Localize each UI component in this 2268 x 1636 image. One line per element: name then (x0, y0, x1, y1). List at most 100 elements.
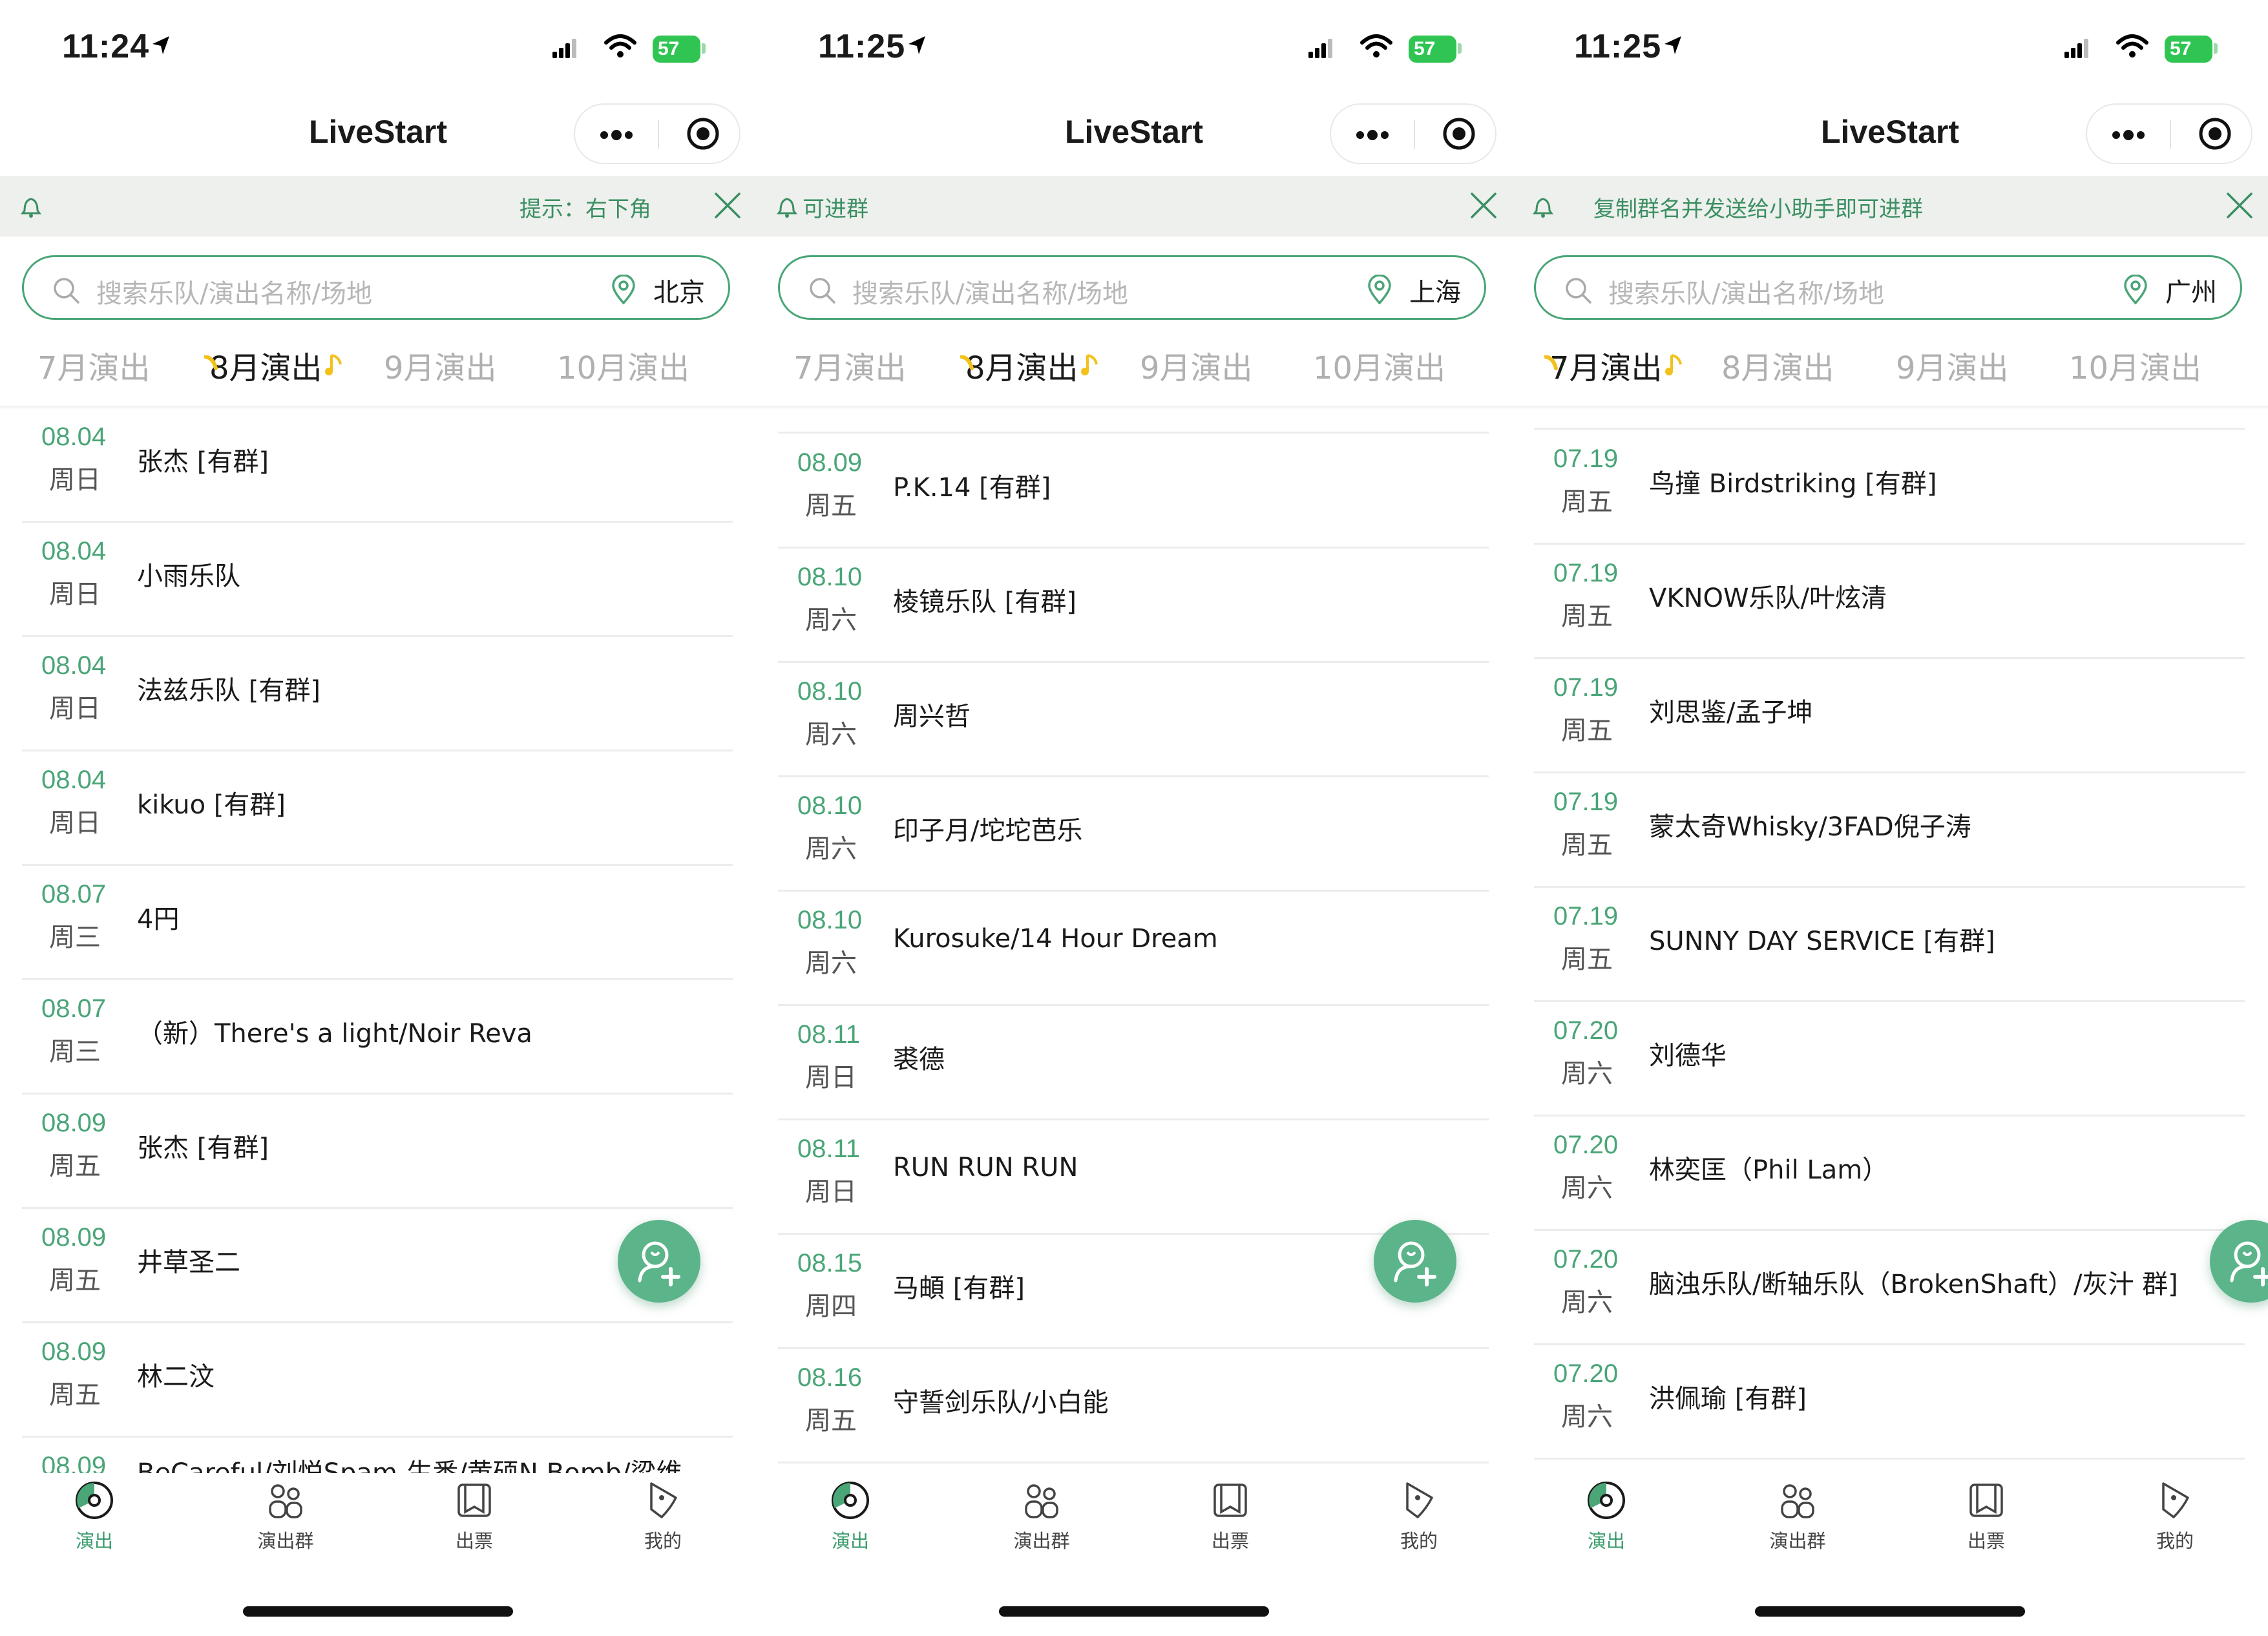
event-row[interactable]: 07.20 周六 林奕匡（Phil Lam） (1534, 1117, 2245, 1231)
search-input[interactable]: 搜索乐队/演出名称/场地 广州 (1534, 255, 2242, 320)
tabbar-item-3[interactable]: 出票 (1166, 1480, 1295, 1553)
tabbar-item-3[interactable]: 出票 (1922, 1480, 2051, 1553)
event-row[interactable]: 08.10 周六 Kurosuke/14 Hour Dream (778, 892, 1489, 1006)
event-title: （新）There's a light/Noir Reva (137, 1019, 532, 1049)
event-row[interactable]: 08.11 周日 RUN RUN RUN (778, 1120, 1489, 1235)
search-input[interactable]: 搜索乐队/演出名称/场地 上海 (778, 255, 1486, 320)
close-icon (2227, 193, 2252, 218)
event-row[interactable]: 08.11 周日 裘德 (778, 1006, 1489, 1120)
tab-month-3[interactable]: 9月演出 (384, 342, 497, 388)
battery-tip (1458, 43, 1462, 54)
tabbar-label: 演出 (831, 1530, 869, 1552)
home-indicator (243, 1606, 513, 1617)
tabbar-item-1[interactable]: 演出 (1542, 1480, 1671, 1553)
tab-label: 9月演出 (1140, 350, 1253, 386)
tabbar-item-2[interactable]: 演出群 (977, 1480, 1106, 1553)
city-selector[interactable]: 北京 (653, 271, 705, 309)
close-miniprogram-button[interactable] (1441, 116, 1477, 154)
more-button[interactable] (1356, 129, 1391, 143)
event-row[interactable]: 08.04 周日 张杰 [有群] (22, 408, 733, 523)
close-miniprogram-button[interactable] (685, 116, 721, 154)
tabbar-item-2[interactable]: 演出群 (1733, 1480, 1862, 1553)
event-row[interactable]: 07.19 周五 蒙太奇Whisky/3FAD倪子涛 (1534, 773, 2245, 888)
event-row[interactable]: 08.07 周三 （新）There's a light/Noir Reva (22, 980, 733, 1095)
event-row[interactable]: 08.10 周六 棱镜乐队 [有群] (778, 549, 1489, 663)
bottom-tabbar: 演出 演出群 出票 我的 (756, 1473, 1512, 1570)
tab-month-2[interactable]: 8月演出 (204, 342, 342, 388)
tabbar-item-4[interactable]: 我的 (2110, 1480, 2240, 1553)
event-row[interactable]: 08.09 周五 张杰 [有群] (22, 1095, 733, 1209)
tabbar-item-1[interactable]: 演出 (786, 1480, 915, 1553)
event-row[interactable]: 08.10 周六 周兴哲 (778, 663, 1489, 777)
tab-month-2[interactable]: 8月演出 (1721, 342, 1834, 388)
event-date: 08.07 (41, 880, 107, 908)
more-button[interactable] (600, 129, 635, 143)
join-group-fab[interactable] (618, 1220, 700, 1303)
event-row[interactable]: 07.20 周六 刘德华 (1534, 1002, 2245, 1117)
bell-icon (777, 198, 797, 218)
close-miniprogram-button[interactable] (2197, 116, 2233, 154)
location-arrow-icon (908, 36, 925, 54)
event-title: 鸟撞 Birdstriking [有群] (1649, 469, 1937, 499)
tabbar-item-1[interactable]: 演出 (30, 1480, 159, 1553)
group-icon (1025, 1484, 1058, 1518)
event-date: 07.20 (1553, 1131, 1619, 1159)
event-date: 08.11 (797, 1020, 861, 1049)
event-title: 蒙太奇Whisky/3FAD倪子涛 (1649, 812, 1971, 842)
event-row[interactable]: 08.04 周日 小雨乐队 (22, 523, 733, 637)
bell-icon (21, 198, 41, 218)
join-group-fab[interactable] (1374, 1220, 1456, 1303)
event-title: 周兴哲 (893, 702, 971, 731)
tab-month-1[interactable]: 7月演出 (793, 342, 907, 388)
tabbar-item-4[interactable]: 我的 (1354, 1480, 1484, 1553)
notice-close-button[interactable] (2225, 191, 2254, 222)
tab-label: 8月演出 (965, 350, 1078, 386)
event-row[interactable]: 08.09 周五 林二汶 (22, 1323, 733, 1438)
screenshot-collage: 11:24 57 LiveStart 提示：右下角 搜索乐队/演出名称/场地 北京 7月演出… (0, 0, 2268, 1636)
event-date: 07.19 (1553, 445, 1619, 473)
city-selector[interactable]: 上海 (1409, 271, 1461, 309)
tab-month-2[interactable]: 8月演出 (960, 342, 1098, 388)
event-title: 小雨乐队 (137, 561, 240, 591)
event-row[interactable]: 07.19 周五 刘思鉴/孟子坤 (1534, 659, 2245, 773)
event-row[interactable]: 07.20 周六 洪佩瑜 [有群] (1534, 1345, 2245, 1460)
tabs-divider (1512, 406, 2268, 410)
event-weekday: 周五 (1561, 716, 1613, 746)
event-title: 脑浊乐队/断轴乐队（BrokenShaft）/灰汁 群] (1649, 1270, 2178, 1299)
target-icon (1443, 118, 1475, 150)
tabbar-item-3[interactable]: 出票 (410, 1480, 539, 1553)
tabbar-item-2[interactable]: 演出群 (221, 1480, 350, 1553)
close-icon (715, 193, 740, 218)
tab-month-1[interactable]: 7月演出 (37, 342, 151, 388)
event-row[interactable]: 08.07 周三 4円 (22, 866, 733, 980)
event-row[interactable]: 08.16 周五 守誓剑乐队/小白能 (778, 1349, 1489, 1463)
search-input[interactable]: 搜索乐队/演出名称/场地 北京 (22, 255, 730, 320)
event-title: 印子月/坨坨芭乐 (893, 816, 1083, 846)
tab-month-4[interactable]: 10月演出 (1313, 342, 1445, 388)
event-title: RUN RUN RUN (893, 1153, 1078, 1182)
event-row[interactable]: 08.04 周日 kikuo [有群] (22, 751, 733, 866)
tabbar-label: 演出群 (1013, 1530, 1070, 1552)
event-row[interactable]: 07.19 周五 SUNNY DAY SERVICE [有群] (1534, 888, 2245, 1002)
notice-close-button[interactable] (1469, 191, 1498, 222)
event-row[interactable]: 08.10 周六 印子月/坨坨芭乐 (778, 777, 1489, 892)
vinyl-icon (76, 1482, 113, 1519)
status-bar: 11:25 57 (756, 0, 1512, 97)
tab-month-1[interactable]: 7月演出 (1544, 342, 1682, 388)
event-row[interactable]: 08.04 周日 法兹乐队 [有群] (22, 637, 733, 751)
tab-month-4[interactable]: 10月演出 (557, 342, 689, 388)
tab-highlight-icon (204, 355, 218, 370)
tab-label: 10月演出 (2069, 350, 2202, 386)
city-selector[interactable]: 广州 (2165, 271, 2217, 309)
tabbar-item-4[interactable]: 我的 (598, 1480, 728, 1553)
event-row[interactable]: 07.19 周五 鸟撞 Birdstriking [有群] (1534, 430, 2245, 545)
event-row[interactable]: 07.19 周五 VKNOW乐队/叶炫清 (1534, 545, 2245, 659)
tab-month-3[interactable]: 9月演出 (1140, 342, 1253, 388)
tab-month-3[interactable]: 9月演出 (1896, 342, 2009, 388)
tab-month-4[interactable]: 10月演出 (2069, 342, 2201, 388)
more-button[interactable] (2112, 129, 2147, 143)
event-row[interactable]: 08.09 周五 P.K.14 [有群] (778, 434, 1489, 549)
event-row[interactable]: 07.20 周六 脑浊乐队/断轴乐队（BrokenShaft）/灰汁 群] (1534, 1231, 2245, 1345)
notice-close-button[interactable] (713, 191, 742, 222)
location-pin-icon (612, 274, 635, 305)
